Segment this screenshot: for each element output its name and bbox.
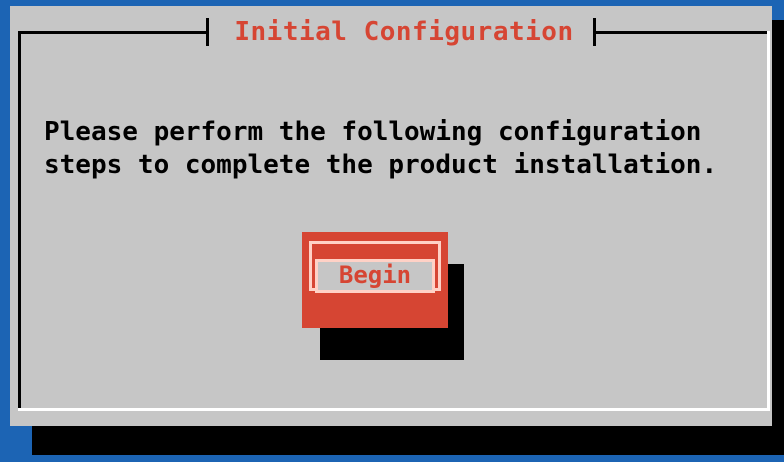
message-line-2: steps to complete the product installati… bbox=[44, 150, 718, 180]
message-line-1: Please perform the following configurati… bbox=[44, 117, 702, 147]
dialog-frame-right bbox=[767, 31, 770, 411]
title-separator-right bbox=[593, 18, 596, 46]
dialog-message: Please perform the following configurati… bbox=[44, 116, 754, 182]
dialog-frame-top-right bbox=[595, 31, 770, 34]
dialog-frame-top-left bbox=[18, 31, 208, 411]
installer-screen: Initial Configuration Please perform the… bbox=[0, 0, 784, 462]
dialog-shadow-right bbox=[770, 20, 784, 455]
begin-button[interactable]: Begin bbox=[315, 259, 435, 293]
dialog-frame-bottom bbox=[18, 408, 770, 411]
initial-configuration-dialog: Initial Configuration Please perform the… bbox=[10, 6, 772, 426]
dialog-title: Initial Configuration bbox=[234, 17, 574, 47]
dialog-shadow-bottom bbox=[32, 425, 784, 455]
title-separator-left bbox=[206, 18, 209, 46]
